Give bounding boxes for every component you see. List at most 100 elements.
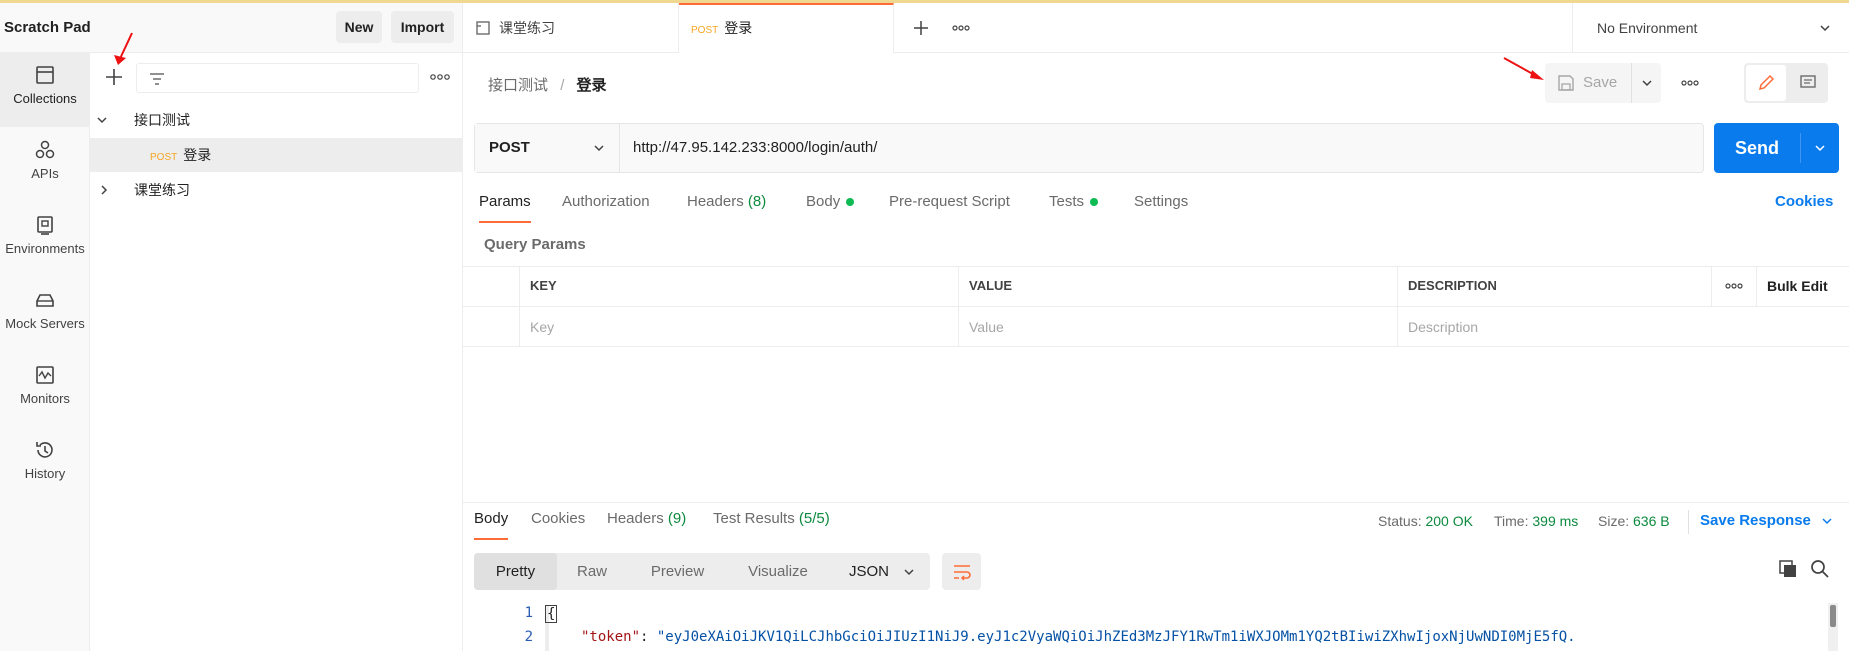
- tabs-more-icon[interactable]: [951, 21, 971, 35]
- chevron-down-icon: [1642, 80, 1652, 87]
- tree-folder-2[interactable]: 课堂练习: [90, 173, 463, 207]
- tab-headers[interactable]: Headers (8): [687, 193, 766, 223]
- folder-label: 接口测试: [134, 112, 190, 128]
- tab-prerequest-script[interactable]: Pre-request Script: [889, 193, 1010, 223]
- breadcrumb-parent[interactable]: 接口测试: [488, 77, 548, 94]
- search-icon[interactable]: [1810, 559, 1830, 579]
- tab-request-active[interactable]: POST 登录: [679, 3, 894, 53]
- tab-tests[interactable]: Tests: [1049, 193, 1099, 223]
- left-nav: Collections APIs Environments Mock Serve…: [0, 53, 90, 651]
- view-visualize[interactable]: Visualize: [728, 553, 828, 590]
- response-divider[interactable]: [463, 502, 1849, 503]
- filter-icon: [150, 73, 164, 85]
- tab-body[interactable]: Body: [806, 193, 855, 223]
- request-label: 登录: [183, 147, 212, 163]
- workspace-title: Scratch Pad: [4, 19, 91, 36]
- line-number: 2: [524, 629, 533, 645]
- response-tab-body[interactable]: Body: [474, 510, 509, 540]
- comment-icon: [1800, 75, 1816, 88]
- table-more-icon[interactable]: [1712, 266, 1757, 307]
- collections-icon: [33, 63, 57, 87]
- save-response-button[interactable]: Save Response: [1700, 512, 1833, 529]
- response-status: Status: 200 OK: [1378, 513, 1473, 529]
- scrollbar[interactable]: [1828, 603, 1838, 651]
- chevron-down-icon: [904, 569, 914, 576]
- send-dropdown-button[interactable]: [1801, 123, 1839, 173]
- cookies-link[interactable]: Cookies: [1775, 193, 1833, 223]
- response-tab-test-results[interactable]: Test Results (5/5): [713, 510, 830, 540]
- new-tab-button[interactable]: [911, 18, 931, 38]
- tab-body-label: Body: [806, 193, 841, 210]
- tab-label: 登录: [724, 20, 753, 36]
- new-button[interactable]: New: [336, 11, 382, 43]
- tab-label: 课堂练习: [499, 20, 555, 36]
- save-button[interactable]: Save: [1545, 63, 1630, 103]
- copy-icon[interactable]: [1778, 559, 1798, 579]
- request-more-icon[interactable]: [1680, 76, 1700, 90]
- code-line: {: [545, 605, 558, 623]
- view-raw[interactable]: Raw: [557, 553, 627, 590]
- nav-label: Collections: [13, 91, 77, 106]
- status-value: 200 OK: [1425, 513, 1473, 529]
- key-input[interactable]: Key: [520, 307, 959, 347]
- save-label: Save: [1583, 74, 1618, 91]
- more-options-icon[interactable]: [428, 69, 452, 85]
- url-input[interactable]: http://47.95.142.233:8000/login/auth/: [633, 124, 877, 172]
- column-header-description: DESCRIPTION: [1398, 266, 1712, 307]
- method-select[interactable]: POST: [475, 124, 620, 172]
- time-label: Time:: [1494, 513, 1529, 529]
- nav-collections[interactable]: Collections: [0, 53, 90, 127]
- nav-label: APIs: [31, 166, 59, 181]
- comments-button[interactable]: [1788, 65, 1828, 101]
- row-checkbox[interactable]: [463, 307, 520, 347]
- folder-label: 课堂练习: [134, 182, 190, 198]
- filter-input[interactable]: [136, 63, 419, 93]
- tab-collection[interactable]: 课堂练习: [463, 3, 679, 53]
- save-dropdown-button[interactable]: [1631, 63, 1661, 103]
- column-header-key: KEY: [520, 266, 959, 307]
- tab-method: POST: [691, 25, 719, 36]
- nav-label: Mock Servers: [5, 316, 85, 331]
- tree-folder-1[interactable]: 接口测试: [90, 103, 463, 137]
- import-button[interactable]: Import: [391, 11, 454, 43]
- wrap-lines-button[interactable]: [942, 553, 981, 590]
- status-label: Status:: [1378, 513, 1422, 529]
- nav-environments[interactable]: Environments: [0, 203, 90, 277]
- monitors-icon: [33, 363, 57, 387]
- environments-icon: [33, 213, 57, 237]
- json-key: "token": [581, 629, 641, 645]
- url-bar: POST http://47.95.142.233:8000/login/aut…: [474, 123, 1704, 173]
- environment-selector[interactable]: No Environment: [1572, 3, 1849, 53]
- chevron-right-icon: [101, 185, 108, 195]
- test-results-count: (5/5): [798, 510, 830, 527]
- annotation-arrow-icon: [114, 32, 133, 65]
- edit-mode-button[interactable]: [1746, 65, 1786, 101]
- json-value: "eyJ0eXAiOiJKV1QiLCJhbGciOiJIUzI1NiJ9.ey…: [656, 629, 1576, 645]
- value-input[interactable]: Value: [959, 307, 1398, 347]
- nav-history[interactable]: History: [0, 428, 90, 502]
- format-select[interactable]: JSON: [835, 553, 930, 590]
- view-preview[interactable]: Preview: [627, 553, 728, 590]
- response-tab-headers[interactable]: Headers (9): [607, 510, 686, 540]
- description-input[interactable]: Description: [1398, 307, 1849, 347]
- response-tab-cookies[interactable]: Cookies: [531, 510, 585, 540]
- response-headers-label: Headers: [607, 510, 664, 527]
- breadcrumb-separator: /: [560, 77, 565, 94]
- test-results-label: Test Results: [713, 510, 795, 527]
- method-badge: POST: [150, 152, 178, 163]
- bulk-edit-button[interactable]: Bulk Edit: [1757, 266, 1849, 307]
- tree-request-item[interactable]: POST 登录: [90, 138, 463, 172]
- json-colon: :: [640, 629, 657, 645]
- view-pretty[interactable]: Pretty: [474, 553, 557, 590]
- tab-authorization[interactable]: Authorization: [562, 193, 650, 223]
- tab-settings[interactable]: Settings: [1134, 193, 1188, 223]
- apis-icon: [33, 138, 57, 162]
- nav-monitors[interactable]: Monitors: [0, 353, 90, 427]
- mode-toggle: [1744, 63, 1828, 103]
- nav-apis[interactable]: APIs: [0, 128, 90, 202]
- status-dot: [1090, 198, 1099, 207]
- chevron-down-icon: [1815, 145, 1825, 152]
- nav-mock-servers[interactable]: Mock Servers: [0, 278, 90, 352]
- send-button[interactable]: Send: [1714, 123, 1800, 173]
- tab-params[interactable]: Params: [479, 193, 531, 223]
